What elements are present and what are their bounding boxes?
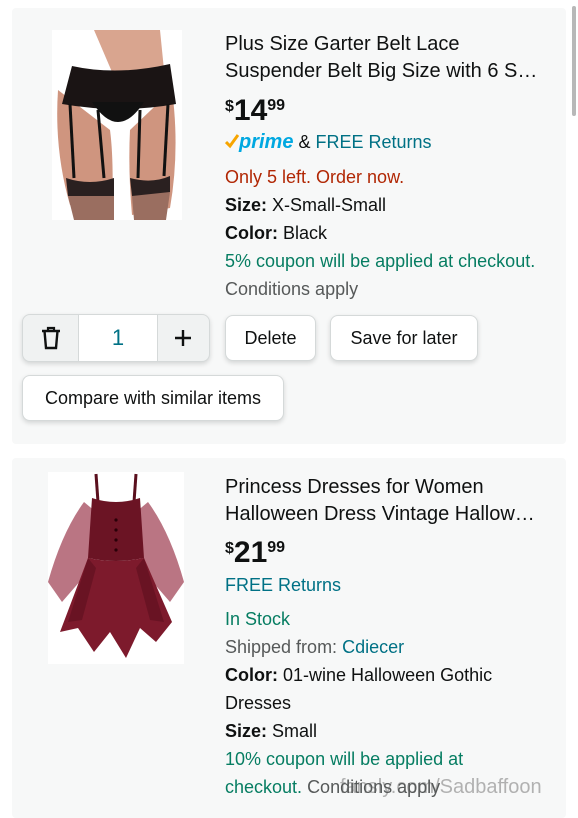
trash-icon xyxy=(41,326,60,350)
price-whole: 21 xyxy=(233,536,268,569)
size-row: Size: Small xyxy=(225,719,317,743)
compare-similar-button[interactable]: Compare with similar items xyxy=(22,375,284,421)
prime-logo: prime xyxy=(239,131,294,153)
product-image-halloween-dress[interactable] xyxy=(48,472,184,664)
seller-link[interactable]: Cdiecer xyxy=(342,637,404,657)
price-whole: 14 xyxy=(233,94,268,127)
conditions-link[interactable]: Conditions apply xyxy=(225,277,358,301)
prime-returns-row: prime & FREE Returns xyxy=(224,130,432,154)
size-row: Size: X-Small-Small xyxy=(225,193,386,217)
product-title-line[interactable]: Princess Dresses for Women xyxy=(225,474,555,501)
coupon-text-continued: checkout. xyxy=(225,777,303,797)
color-value-continued: Dresses xyxy=(225,693,292,713)
quantity-value[interactable]: 1 xyxy=(78,315,158,361)
color-row: Color: Black xyxy=(225,221,327,245)
color-label: Color: xyxy=(225,665,278,685)
size-label: Size: xyxy=(225,721,268,741)
price-fraction: 99 xyxy=(267,97,286,114)
product-title-line[interactable]: Plus Size Garter Belt Lace xyxy=(225,31,555,58)
shipped-from-row: Shipped from: Cdiecer xyxy=(225,635,404,659)
color-value: 01-wine Halloween Gothic xyxy=(283,665,493,685)
product-title-line[interactable]: Suspender Belt Big Size with 6 S… xyxy=(225,58,555,85)
delete-button[interactable]: Delete xyxy=(225,315,316,361)
size-label: Size: xyxy=(225,195,268,215)
page-scrollbar[interactable] xyxy=(572,6,576,116)
price-symbol: $ xyxy=(225,98,234,115)
cart-item-card: Plus Size Garter Belt Lace Suspender Bel… xyxy=(12,8,566,444)
color-label: Color: xyxy=(225,223,278,243)
price-fraction: 99 xyxy=(267,539,286,556)
product-title[interactable]: Plus Size Garter Belt Lace Suspender Bel… xyxy=(225,31,555,85)
prime-check-icon xyxy=(224,134,240,149)
plus-icon xyxy=(174,330,191,346)
watermark-text: fansly.com/Sadbaffoon xyxy=(340,776,542,798)
free-returns-link[interactable]: FREE Returns xyxy=(225,573,341,597)
price-symbol: $ xyxy=(225,540,234,557)
save-for-later-button[interactable]: Save for later xyxy=(330,315,478,361)
stock-status: Only 5 left. Order now. xyxy=(225,167,405,187)
cart-item-card: Princess Dresses for Women Halloween Dre… xyxy=(12,458,566,818)
color-row: Color: 01-wine Halloween Gothic xyxy=(225,663,492,687)
shipped-from-label: Shipped from: xyxy=(225,637,338,657)
color-value: Black xyxy=(283,223,328,243)
returns-prefix: & xyxy=(298,132,311,152)
size-value: Small xyxy=(272,721,318,741)
increase-quantity-button[interactable] xyxy=(156,315,209,361)
product-price: $ 14 99 xyxy=(225,96,285,126)
size-value: X-Small-Small xyxy=(272,195,387,215)
coupon-text: 5% coupon will be applied at checkout. xyxy=(225,251,536,271)
quantity-stepper: 1 xyxy=(22,314,210,362)
stock-status: In Stock xyxy=(225,609,291,629)
product-title[interactable]: Princess Dresses for Women Halloween Dre… xyxy=(225,474,555,528)
delete-quantity-button[interactable] xyxy=(23,315,78,361)
free-returns-link[interactable]: FREE Returns xyxy=(316,132,432,152)
product-title-line[interactable]: Halloween Dress Vintage Hallow… xyxy=(225,501,555,528)
coupon-text: 10% coupon will be applied at xyxy=(225,749,464,769)
product-image-garter-belt[interactable] xyxy=(52,30,182,220)
product-price: $ 21 99 xyxy=(225,538,285,568)
